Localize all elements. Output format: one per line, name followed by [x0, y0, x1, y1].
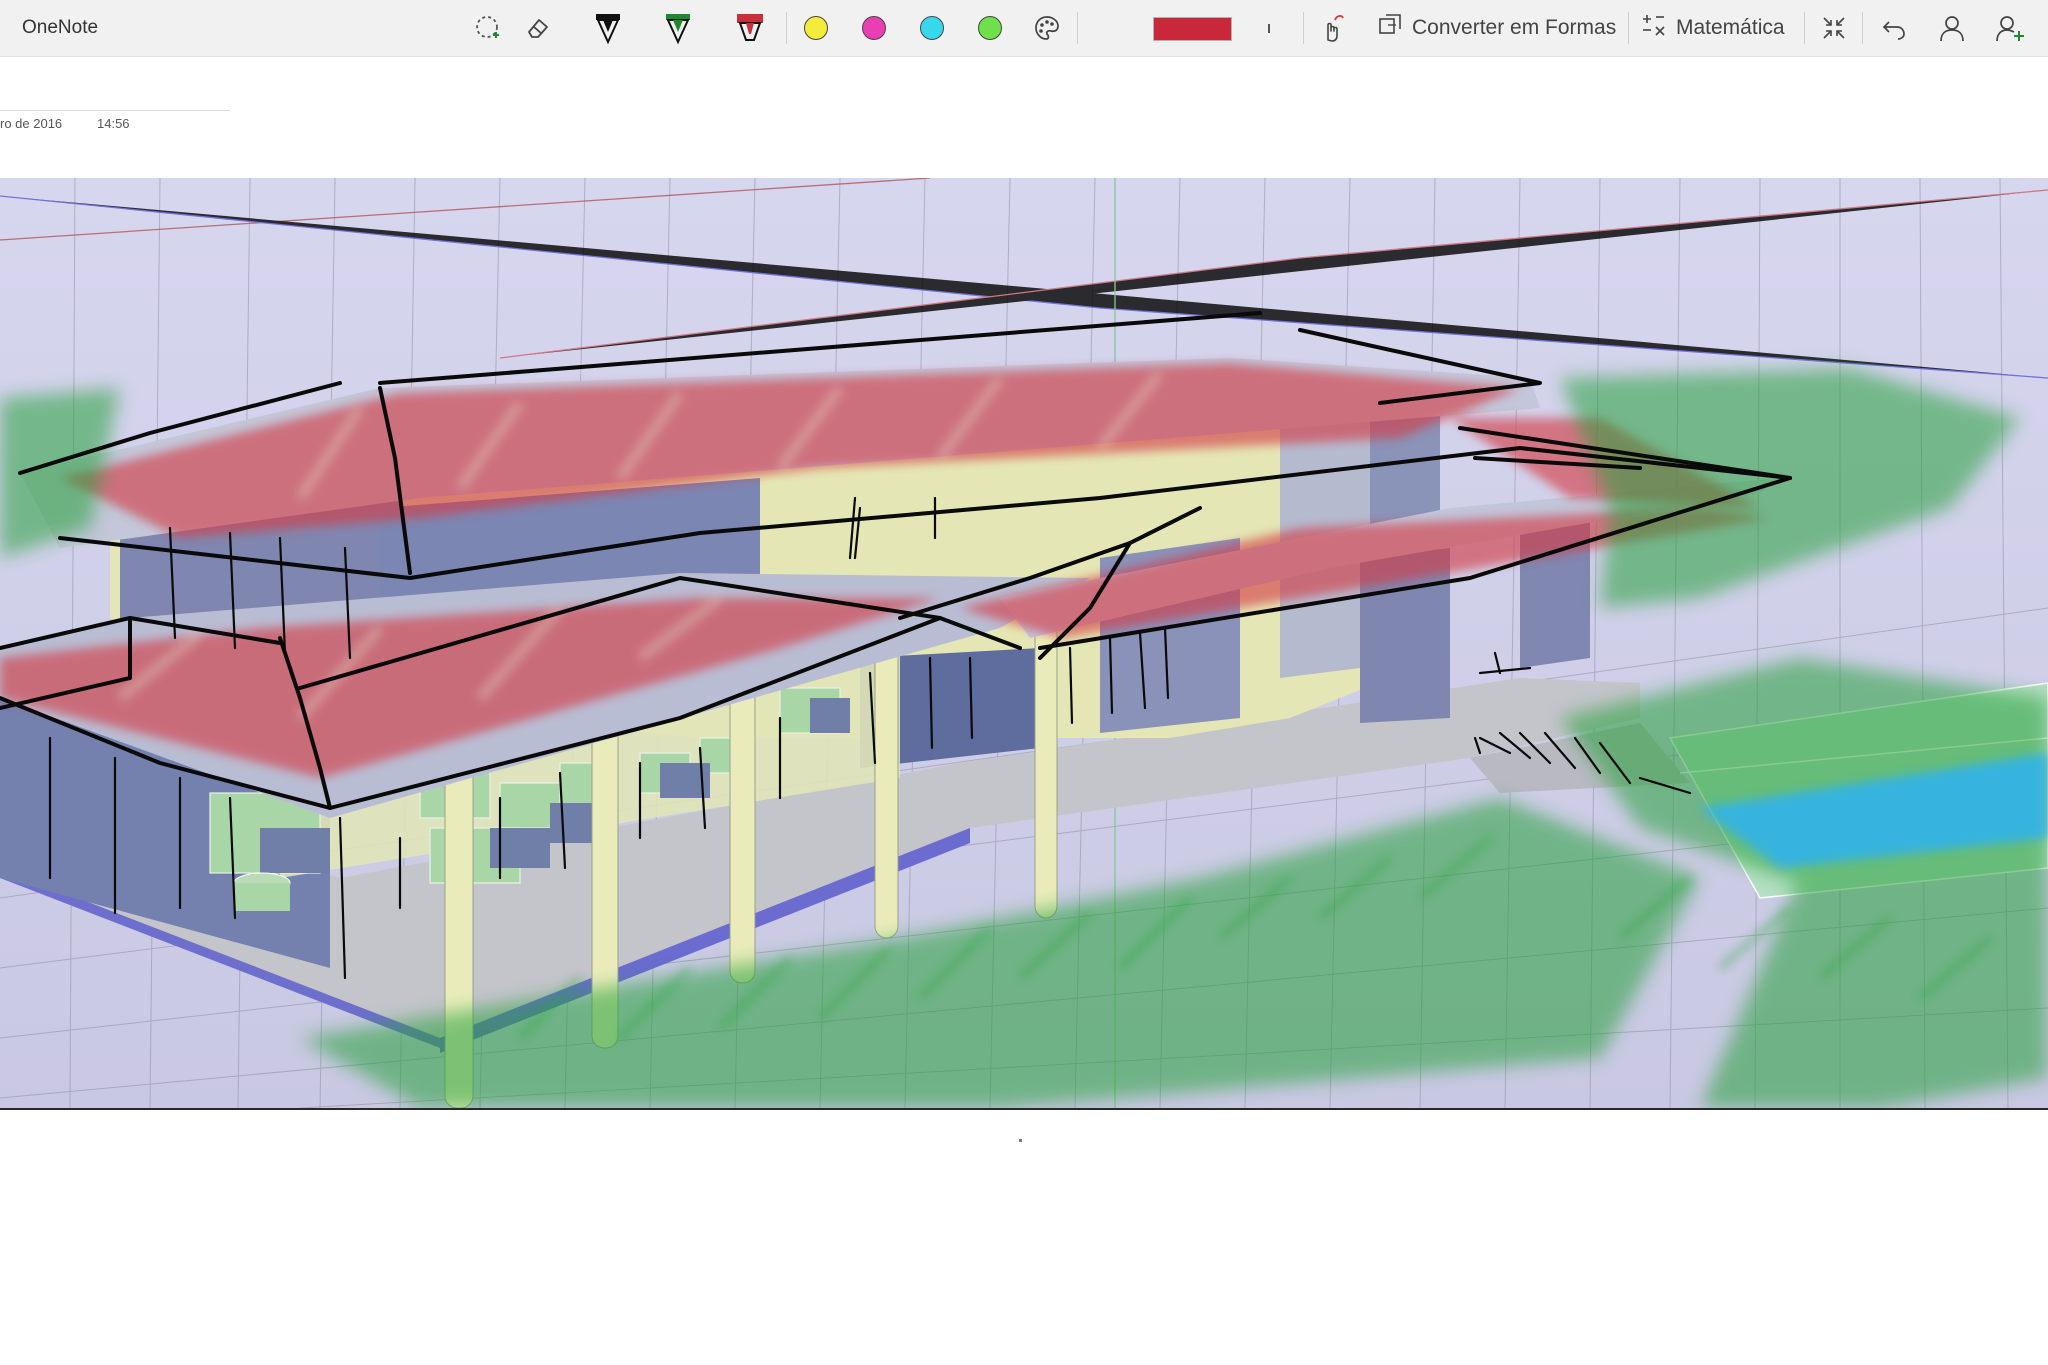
page-date: ro de 2016: [0, 116, 63, 131]
convert-shapes-icon: [1376, 11, 1412, 45]
lasso-select-icon: [473, 13, 503, 43]
color-swatch-yellow[interactable]: [800, 6, 832, 50]
math-icon: [1640, 11, 1676, 45]
ribbon-toolbar: OneNote Converter em Formas Matemática: [0, 0, 2048, 57]
stray-ink-dot: [1019, 1139, 1022, 1142]
color-swatch-cyan[interactable]: [916, 6, 948, 50]
app-title: OneNote: [22, 17, 99, 38]
architecture-sketch: [0, 178, 2048, 1108]
eraser-button[interactable]: [520, 6, 556, 50]
pen-black-button[interactable]: [588, 6, 628, 50]
convert-shapes-label: Converter em Formas: [1412, 16, 1617, 39]
touch-draw-button[interactable]: [1314, 6, 1350, 50]
yellow-swatch-icon: [804, 16, 828, 40]
color-swatch-magenta[interactable]: [858, 6, 890, 50]
toolbar-separator: [1303, 12, 1304, 44]
user-button[interactable]: [1934, 6, 1970, 50]
collapse-icon: [1820, 14, 1848, 42]
touch-draw-icon: [1317, 12, 1347, 44]
toolbar-separator: [786, 12, 787, 44]
user-icon: [1938, 14, 1966, 42]
highlighter-red-button[interactable]: [730, 6, 770, 50]
green-swatch-icon: [978, 16, 1002, 40]
math-button[interactable]: Matemática: [1640, 6, 1785, 50]
lasso-select-button[interactable]: [470, 6, 506, 50]
current-pen-color[interactable]: [1153, 17, 1232, 41]
toolbar-separator: [1077, 12, 1078, 44]
pen-green-button[interactable]: [658, 6, 698, 50]
cyan-swatch-icon: [920, 16, 944, 40]
toolbar-separator: [1862, 12, 1863, 44]
highlighter-icon: [734, 10, 766, 46]
add-user-icon: [1995, 14, 2025, 42]
pen-thickness-indicator[interactable]: [1268, 24, 1270, 33]
color-swatch-green[interactable]: [974, 6, 1006, 50]
page-time: 14:56: [97, 116, 130, 131]
magenta-swatch-icon: [862, 16, 886, 40]
add-user-button[interactable]: [1992, 6, 2028, 50]
sketch-image[interactable]: [0, 178, 2048, 1110]
convert-to-shapes-button[interactable]: Converter em Formas: [1376, 6, 1616, 50]
undo-button[interactable]: [1876, 6, 1912, 50]
color-palette-icon: [1032, 13, 1062, 43]
page-title-underline: [0, 110, 230, 111]
pen-icon: [592, 10, 624, 46]
eraser-icon: [523, 13, 553, 43]
toolbar-separator: [1804, 12, 1805, 44]
undo-icon: [1880, 14, 1908, 42]
color-palette-button[interactable]: [1030, 6, 1064, 50]
toolbar-separator: [1628, 12, 1629, 44]
pen-icon: [662, 10, 694, 46]
math-label: Matemática: [1676, 16, 1785, 39]
collapse-button[interactable]: [1816, 6, 1852, 50]
